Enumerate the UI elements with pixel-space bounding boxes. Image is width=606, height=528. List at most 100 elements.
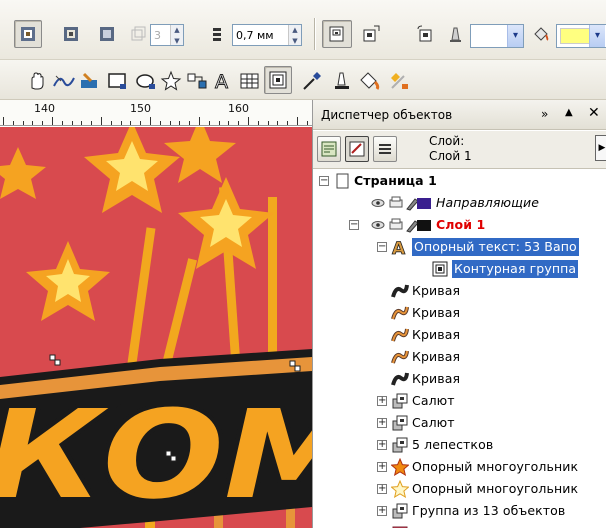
edit-across-layers-button[interactable] bbox=[345, 136, 369, 162]
table-icon[interactable] bbox=[238, 70, 262, 92]
expand-double-chevron-icon[interactable]: » bbox=[541, 107, 548, 121]
fill-bucket-icon[interactable] bbox=[358, 70, 382, 92]
outline-color-dropdown[interactable]: ▾ bbox=[470, 24, 524, 48]
tree-item[interactable]: Прямоугольник bbox=[313, 522, 606, 528]
page-arrow-icon bbox=[363, 25, 380, 42]
group-icon bbox=[392, 437, 408, 453]
frame-alt-button[interactable] bbox=[94, 20, 120, 48]
tree-item[interactable]: Направляющие bbox=[313, 192, 606, 214]
interactive-fill-icon[interactable] bbox=[388, 70, 412, 92]
tree-item[interactable]: Кривая bbox=[313, 324, 606, 346]
smart-fill-icon[interactable] bbox=[78, 70, 102, 92]
docker-toolbar: Слой: Слой 1 ▶ bbox=[313, 131, 606, 169]
tree-item[interactable]: + Опорный многоугольник bbox=[313, 478, 606, 500]
ellipse-icon[interactable] bbox=[134, 70, 158, 92]
page-button[interactable] bbox=[322, 20, 352, 48]
tree-item[interactable]: Кривая bbox=[313, 280, 606, 302]
canvas-lettering: КОМ bbox=[0, 384, 312, 526]
curve-orange-icon bbox=[391, 306, 409, 320]
copy-count-spinner[interactable]: ▲ ▼ bbox=[170, 25, 183, 45]
freehand-curve-icon[interactable] bbox=[52, 70, 76, 92]
copy-disabled-button[interactable] bbox=[126, 20, 150, 48]
group-icon bbox=[392, 415, 408, 431]
ruler-label: 160 bbox=[228, 102, 249, 115]
tree-item-label: Кривая bbox=[412, 305, 461, 320]
frame-button[interactable] bbox=[58, 20, 84, 48]
rectangle-icon[interactable] bbox=[106, 70, 130, 92]
frame-alt-icon bbox=[100, 27, 114, 41]
pen-button[interactable] bbox=[444, 20, 466, 48]
collapse-node-icon[interactable]: − bbox=[349, 220, 359, 230]
tree-item[interactable]: − Страница 1 bbox=[313, 170, 606, 192]
connector-icon[interactable] bbox=[186, 70, 210, 92]
ruler-tick bbox=[248, 117, 249, 125]
fill-color-dropdown[interactable]: ▾ bbox=[556, 24, 606, 48]
page-icon bbox=[336, 173, 349, 189]
expand-node-icon[interactable]: + bbox=[377, 506, 387, 516]
chevron-down-icon[interactable]: ▾ bbox=[589, 25, 605, 47]
close-icon[interactable]: ✕ bbox=[588, 105, 600, 121]
tree-item[interactable]: − Слой 1 bbox=[313, 214, 606, 236]
expand-node-icon[interactable]: + bbox=[377, 396, 387, 406]
ruler-tick bbox=[297, 117, 298, 125]
expand-node-icon[interactable]: + bbox=[377, 484, 387, 494]
expand-node-icon[interactable]: + bbox=[377, 462, 387, 472]
tree-item[interactable]: − A Опорный текст: 53 Bапо bbox=[313, 236, 606, 258]
object-tree: − Страница 1 Направляющие − Слой 1 − A Опорный … bbox=[313, 170, 606, 528]
frame-icon bbox=[64, 27, 78, 41]
tree-item-label: Направляющие bbox=[436, 195, 540, 210]
view-mode-button[interactable] bbox=[14, 20, 42, 48]
tree-item-label: Кривая bbox=[412, 283, 461, 298]
horizontal-ruler[interactable]: 140 150 160 bbox=[0, 100, 312, 126]
tree-item-label: Контурная группа bbox=[452, 260, 579, 278]
tree-item[interactable]: Кривая bbox=[313, 346, 606, 368]
layer-manager-view-button[interactable] bbox=[373, 136, 397, 162]
text-tool-icon[interactable]: A bbox=[212, 69, 236, 94]
ruler-tick bbox=[179, 121, 181, 125]
tree-item[interactable]: + Салют bbox=[313, 412, 606, 434]
layer-button[interactable] bbox=[412, 20, 438, 48]
docker-menu-flyout-button[interactable]: ▶ bbox=[595, 135, 606, 161]
layer-swatch bbox=[417, 220, 431, 231]
chevron-down-icon[interactable]: ▾ bbox=[507, 25, 523, 47]
ruler-tick bbox=[52, 117, 53, 125]
tree-item[interactable]: Контурная группа bbox=[313, 258, 606, 280]
ruler-tick bbox=[208, 121, 210, 125]
drawing-canvas[interactable]: КОМ bbox=[0, 127, 312, 528]
tree-item[interactable]: Кривая bbox=[313, 368, 606, 390]
tree-item-label: Слой 1 bbox=[436, 217, 486, 232]
paint-bucket-button[interactable] bbox=[530, 20, 552, 48]
tree-item[interactable]: Кривая bbox=[313, 302, 606, 324]
current-layer-label: Слой: Слой 1 bbox=[429, 134, 472, 164]
view-mode-icon bbox=[21, 27, 35, 41]
tree-item[interactable]: +5 лепестков bbox=[313, 434, 606, 456]
show-properties-button[interactable] bbox=[317, 136, 341, 162]
outline-width-spinner[interactable]: ▲ ▼ bbox=[288, 25, 301, 45]
contour-tool-button[interactable] bbox=[264, 66, 292, 94]
expand-node-icon[interactable]: + bbox=[377, 440, 387, 450]
ruler-label: 140 bbox=[34, 102, 55, 115]
contour-icon bbox=[269, 71, 287, 89]
page-arrow-button[interactable] bbox=[358, 20, 384, 48]
star-icon[interactable] bbox=[160, 70, 184, 92]
pan-hand-icon[interactable] bbox=[26, 70, 48, 92]
ruler-tick bbox=[71, 121, 73, 125]
copy-count-field[interactable]: 3 ▲ ▼ bbox=[150, 24, 184, 46]
layer-manager-icon bbox=[379, 144, 391, 154]
rectangle-swatch bbox=[392, 526, 408, 528]
outline-pen-icon[interactable] bbox=[330, 70, 354, 92]
expand-node-icon[interactable]: + bbox=[377, 418, 387, 428]
collapse-node-icon[interactable]: − bbox=[377, 242, 387, 252]
group-icon bbox=[392, 503, 408, 519]
ruler-tick bbox=[189, 121, 191, 125]
outline-width-field[interactable]: 0,7 мм ▲ ▼ bbox=[232, 24, 302, 46]
tree-item[interactable]: + Салют bbox=[313, 390, 606, 412]
tree-item[interactable]: + Опорный многоугольник bbox=[313, 456, 606, 478]
layer-caption: Слой: bbox=[429, 134, 465, 148]
outline-width-button[interactable] bbox=[206, 20, 228, 48]
collapse-up-icon[interactable]: ▲ bbox=[565, 107, 573, 118]
tree-item-label: Группа из 13 объектов bbox=[412, 503, 566, 518]
tree-item[interactable]: + Группа из 13 объектов bbox=[313, 500, 606, 522]
collapse-node-icon[interactable]: − bbox=[319, 176, 329, 186]
eyedropper-icon[interactable] bbox=[300, 70, 324, 92]
